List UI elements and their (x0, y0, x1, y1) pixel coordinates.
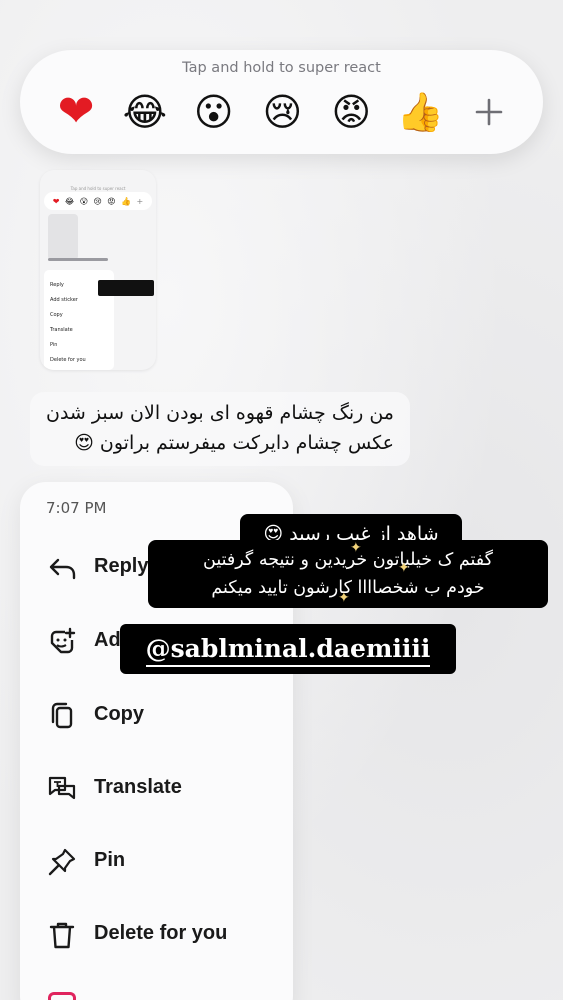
thumb-menu-item: Pin (50, 342, 58, 348)
message-line-1: من رنگ چشام قهوه ای بودن الان سبز شدن (45, 402, 394, 424)
pin-menu-item[interactable]: Pin (20, 832, 293, 892)
sparkle-icon: ✦ (398, 560, 410, 576)
copy-label: Copy (94, 703, 144, 725)
translate-label: Translate (94, 776, 182, 798)
add-sticker-icon (46, 626, 78, 658)
cry-reaction-icon[interactable]: 😢 (256, 86, 308, 138)
thumbs-up-reaction-icon[interactable]: 👍 (394, 86, 446, 138)
pin-icon (46, 846, 78, 878)
reply-label: Reply (94, 555, 149, 577)
reaction-hint: Tap and hold to super react (182, 60, 381, 76)
thumbnail-hint: Tap and hold to super react (70, 186, 126, 191)
reaction-row: ❤ 😂 😮 😢 😡 👍 (50, 86, 515, 138)
overlay-text-line-2: گفتم ک خیلیاتون خریدین و نتیجه گرفتین (203, 550, 493, 570)
report-icon[interactable] (48, 992, 76, 1000)
thumb-emoji: ❤ (52, 196, 60, 206)
thumb-emoji: + (136, 196, 144, 206)
wow-reaction-icon[interactable]: 😮 (188, 86, 240, 138)
translate-icon (46, 773, 78, 805)
thumb-emoji: 😂 (64, 196, 75, 206)
thumb-menu-item: Delete for you (50, 357, 86, 363)
delete-menu-item[interactable]: Delete for you (20, 905, 293, 965)
mention-handle-text: @sablminal.daemiiii (145, 634, 431, 667)
thumbnail-reaction-bar: ❤ 😂 😮 😢 😡 👍 + (44, 192, 152, 210)
heart-reaction-icon[interactable]: ❤ (50, 86, 102, 138)
translate-menu-item[interactable]: Translate (20, 759, 293, 819)
thumbnail-overlay-text (98, 280, 154, 296)
thumb-emoji: 😮 (79, 196, 89, 206)
message-bubble[interactable]: من رنگ چشام قهوه ای بودن الان سبز شدن عک… (30, 392, 410, 466)
message-timestamp: 7:07 PM (46, 499, 107, 517)
sparkle-icon: ✦ (338, 590, 350, 606)
thumb-menu-item: Reply (50, 282, 64, 288)
pin-label: Pin (94, 849, 126, 871)
add-sticker-label: Ad (94, 629, 121, 651)
laugh-reaction-icon[interactable]: 😂 (119, 86, 171, 138)
screenshot-thumbnail[interactable]: Tap and hold to super react ❤ 😂 😮 😢 😡 👍 … (40, 170, 156, 370)
copy-menu-item[interactable]: Copy (20, 686, 293, 746)
angry-reaction-icon[interactable]: 😡 (325, 86, 377, 138)
delete-label: Delete for you (94, 922, 228, 944)
thumb-menu-item: Add sticker (50, 297, 78, 303)
mention-handle[interactable]: @sablminal.daemiiii (120, 624, 456, 674)
thumb-emoji: 😡 (107, 196, 116, 206)
thumbnail-text-line (48, 258, 108, 261)
thumb-menu-item: Translate (50, 327, 73, 333)
thumbnail-preview (48, 214, 78, 260)
thumb-emoji: 👍 (121, 196, 132, 206)
trash-icon (46, 919, 78, 951)
copy-icon (46, 700, 78, 732)
thumb-menu-item: Copy (50, 312, 63, 318)
message-line-2: عکس چشام دایرکت میفرستم براتون 😍 (74, 432, 394, 454)
thumb-emoji: 😢 (93, 196, 102, 206)
more-reactions-plus-icon[interactable] (463, 86, 515, 138)
sparkle-icon: ✦ (350, 540, 362, 556)
reaction-bar: Tap and hold to super react ❤ 😂 😮 😢 😡 👍 (20, 50, 543, 154)
reply-icon (46, 552, 78, 584)
